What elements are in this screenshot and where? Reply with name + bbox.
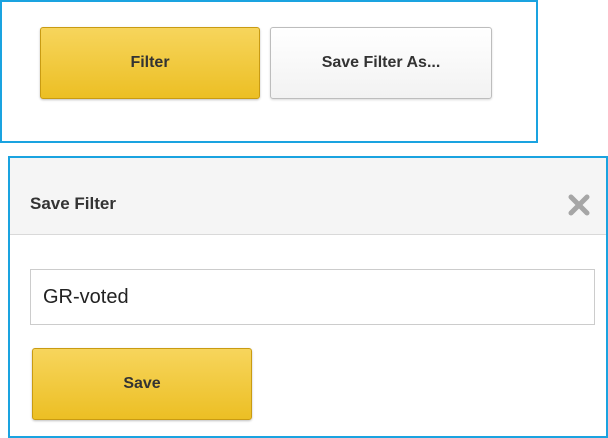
- filter-toolbar: Filter Save Filter As...: [0, 0, 538, 143]
- save-filter-as-button[interactable]: Save Filter As...: [270, 27, 492, 99]
- filter-name-input[interactable]: [30, 269, 595, 325]
- filter-button[interactable]: Filter: [40, 27, 260, 99]
- page: Filter Save Filter As... Save Filter Sav…: [0, 0, 608, 438]
- close-icon[interactable]: [566, 192, 592, 218]
- save-filter-dialog: Save Filter Save: [8, 156, 608, 438]
- save-button[interactable]: Save: [32, 348, 252, 420]
- dialog-title: Save Filter: [30, 194, 116, 213]
- dialog-header: Save Filter: [10, 158, 606, 235]
